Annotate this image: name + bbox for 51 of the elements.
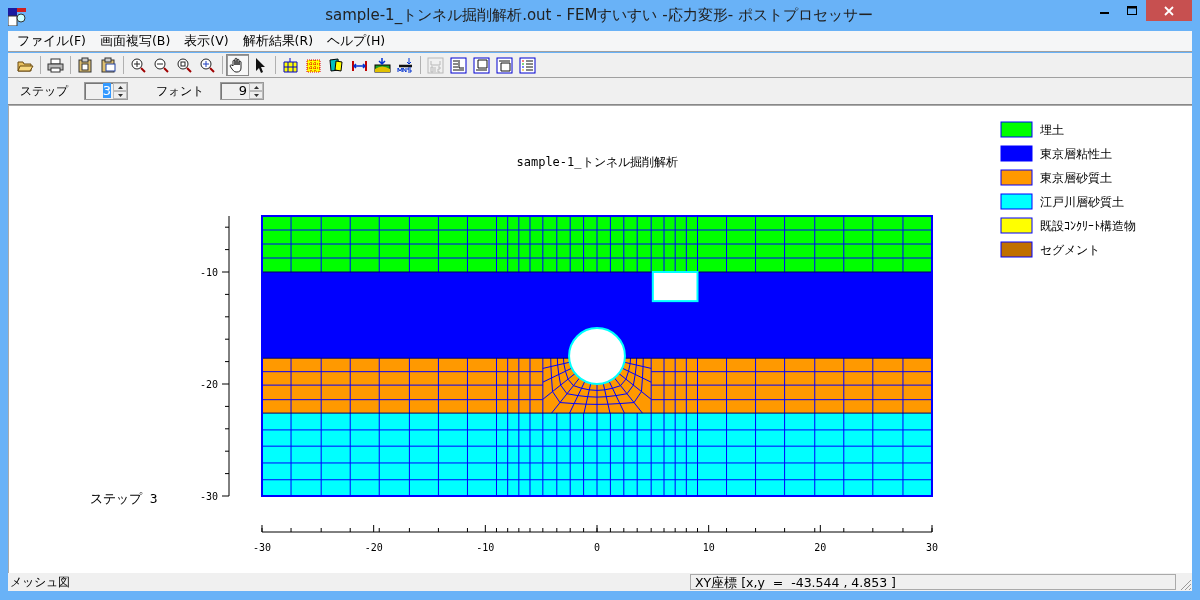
layers-icon bbox=[328, 56, 345, 74]
plot-title: sample-1_トンネル掘削解析 bbox=[516, 155, 678, 169]
y-tick-label: -10 bbox=[199, 267, 218, 278]
toolbar-button[interactable] bbox=[226, 54, 249, 76]
spinner-label: フォント bbox=[156, 82, 204, 100]
y-tick-label: -30 bbox=[199, 491, 218, 502]
panel-icon bbox=[450, 56, 467, 74]
zoom-in-icon bbox=[130, 56, 147, 74]
clipboard-icon bbox=[100, 56, 117, 74]
x-tick-label: 10 bbox=[702, 542, 715, 553]
step-label: ステップ 3 bbox=[90, 491, 158, 506]
numbers-icon bbox=[427, 56, 444, 74]
menu-item[interactable]: 画面複写(B) bbox=[92, 32, 178, 50]
x-tick-label: 0 bbox=[594, 542, 600, 553]
zoom-icon bbox=[199, 56, 216, 74]
legend-label: 埋土 bbox=[1040, 123, 1064, 137]
menu-item[interactable]: ヘルプ(H) bbox=[320, 32, 393, 50]
panel-icon bbox=[473, 56, 490, 74]
maximize-icon bbox=[1127, 6, 1137, 15]
mns-icon bbox=[397, 56, 414, 74]
zoom-out-icon bbox=[153, 56, 170, 74]
coordinate-readout: XY座標 [x,y = -43.544 , 4.853 ] bbox=[690, 574, 1176, 590]
legend-label: 東京層粘性土 bbox=[1040, 147, 1112, 161]
resize-grip-icon bbox=[1180, 579, 1192, 591]
close-button[interactable] bbox=[1146, 0, 1192, 21]
grid-icon bbox=[282, 56, 299, 74]
zoom-icon bbox=[176, 56, 193, 74]
panel-icon bbox=[496, 56, 513, 74]
app-logo-icon bbox=[8, 7, 26, 26]
menu-item[interactable]: 解析結果(R) bbox=[235, 32, 321, 50]
x-tick-label: 30 bbox=[926, 542, 938, 553]
menu-item[interactable]: ファイル(F) bbox=[10, 32, 93, 50]
x-tick-label: 20 bbox=[814, 542, 827, 553]
x-tick-label: -10 bbox=[476, 542, 495, 553]
printer-icon bbox=[47, 56, 64, 74]
status-text: メッシュ図 bbox=[9, 573, 71, 591]
x-tick-label: -20 bbox=[364, 542, 383, 553]
legend-label: 東京層砂質土 bbox=[1040, 171, 1112, 185]
close-icon bbox=[1164, 5, 1174, 16]
load-icon bbox=[374, 56, 391, 74]
list-icon bbox=[519, 56, 536, 74]
y-tick-label: -20 bbox=[199, 379, 218, 390]
legend-label: セグメント bbox=[1040, 243, 1100, 257]
menu-item[interactable]: 表示(V) bbox=[177, 32, 236, 50]
x-tick-label: -30 bbox=[252, 542, 272, 553]
grid-icon bbox=[305, 56, 322, 74]
clipboard-icon bbox=[77, 56, 94, 74]
legend-label: 江戸川層砂質土 bbox=[1040, 195, 1124, 209]
spinner-label: ステップ bbox=[20, 82, 68, 100]
legend-label: 既設ｺﾝｸﾘｰﾄ構造物 bbox=[1040, 219, 1136, 233]
window-title: sample-1_トンネル掘削解析.out - FEMすいすい -応力変形- ポストプロセッサー bbox=[324, 6, 874, 25]
